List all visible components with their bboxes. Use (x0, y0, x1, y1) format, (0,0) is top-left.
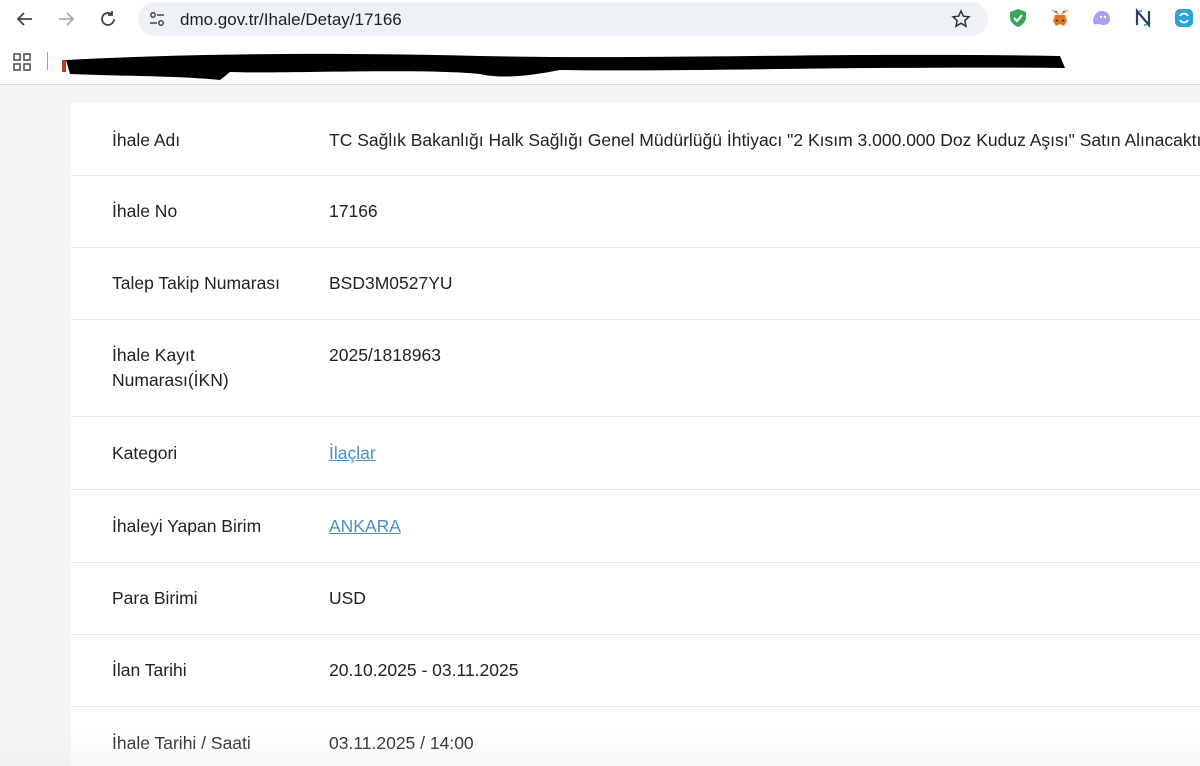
forward-arrow-icon[interactable] (55, 8, 77, 30)
detail-row-tender-no: İhale No 17166 (71, 175, 1200, 248)
detail-value: TC Sağlık Bakanlığı Halk Sağlığı Genel M… (329, 130, 1200, 150)
unit-link[interactable]: ANKARA (329, 514, 401, 539)
ghost-wallet-icon[interactable] (1090, 7, 1112, 29)
category-link[interactable]: İlaçlar (329, 441, 376, 466)
url-text[interactable]: dmo.gov.tr/Ihale/Detay/17166 (180, 10, 402, 30)
detail-value: 2025/1818963 (329, 345, 441, 365)
detail-label: İlan Tarihi (112, 660, 187, 680)
bookmarks-separator (47, 52, 48, 70)
detail-value: BSD3M0527YU (329, 273, 453, 293)
detail-row-tender-name: İhale Adı TC Sağlık Bakanlığı Halk Sağlı… (71, 103, 1200, 176)
shield-extension-icon[interactable] (1007, 7, 1029, 29)
detail-label: Kategori (112, 443, 178, 463)
n-logo-extension-icon[interactable] (1132, 7, 1154, 29)
detail-label: İhale No (112, 201, 178, 221)
site-info-icon[interactable] (146, 8, 168, 30)
detail-label: Talep Takip Numarası (112, 273, 280, 293)
metamask-fox-icon[interactable] (1049, 7, 1071, 29)
detail-label: İhale Tarihi / Saati (112, 733, 251, 753)
detail-row-unit: İhaleyi Yapan Birim ANKARA (71, 489, 1200, 563)
tender-details-card: İhale Adı TC Sağlık Bakanlığı Halk Sağlı… (71, 103, 1200, 766)
detail-row-currency: Para Birimi USD (71, 562, 1200, 635)
browser-toolbar: dmo.gov.tr/Ihale/Detay/17166 (0, 0, 1200, 38)
detail-value: 17166 (329, 201, 378, 221)
detail-value: USD (329, 588, 366, 608)
redaction-marker (62, 53, 1065, 80)
detail-label: İhaleyi Yapan Birim (112, 516, 262, 536)
detail-label: Para Birimi (112, 588, 198, 608)
detail-row-request-tracking: Talep Takip Numarası BSD3M0527YU (71, 247, 1200, 320)
detail-row-announcement-date: İlan Tarihi 20.10.2025 - 03.11.2025 (71, 634, 1200, 707)
back-arrow-icon[interactable] (14, 8, 36, 30)
detail-label: İhale Kayıt Numarası(İKN) (112, 345, 229, 390)
apps-grid-icon[interactable] (12, 52, 32, 72)
detail-value: 03.11.2025 / 14:00 (329, 733, 474, 753)
address-bar[interactable]: dmo.gov.tr/Ihale/Detay/17166 (138, 2, 988, 36)
sync-extension-icon[interactable] (1173, 7, 1195, 29)
detail-value: 20.10.2025 - 03.11.2025 (329, 660, 519, 680)
bookmark-star-icon[interactable] (950, 8, 972, 30)
detail-row-category: Kategori İlaçlar (71, 416, 1200, 490)
detail-row-tender-datetime: İhale Tarihi / Saati 03.11.2025 / 14:00 (71, 706, 1200, 766)
detail-label: İhale Adı (112, 130, 181, 150)
detail-row-ikn: İhale Kayıt Numarası(İKN) 2025/1818963 (71, 319, 1200, 417)
reload-icon[interactable] (97, 8, 119, 30)
